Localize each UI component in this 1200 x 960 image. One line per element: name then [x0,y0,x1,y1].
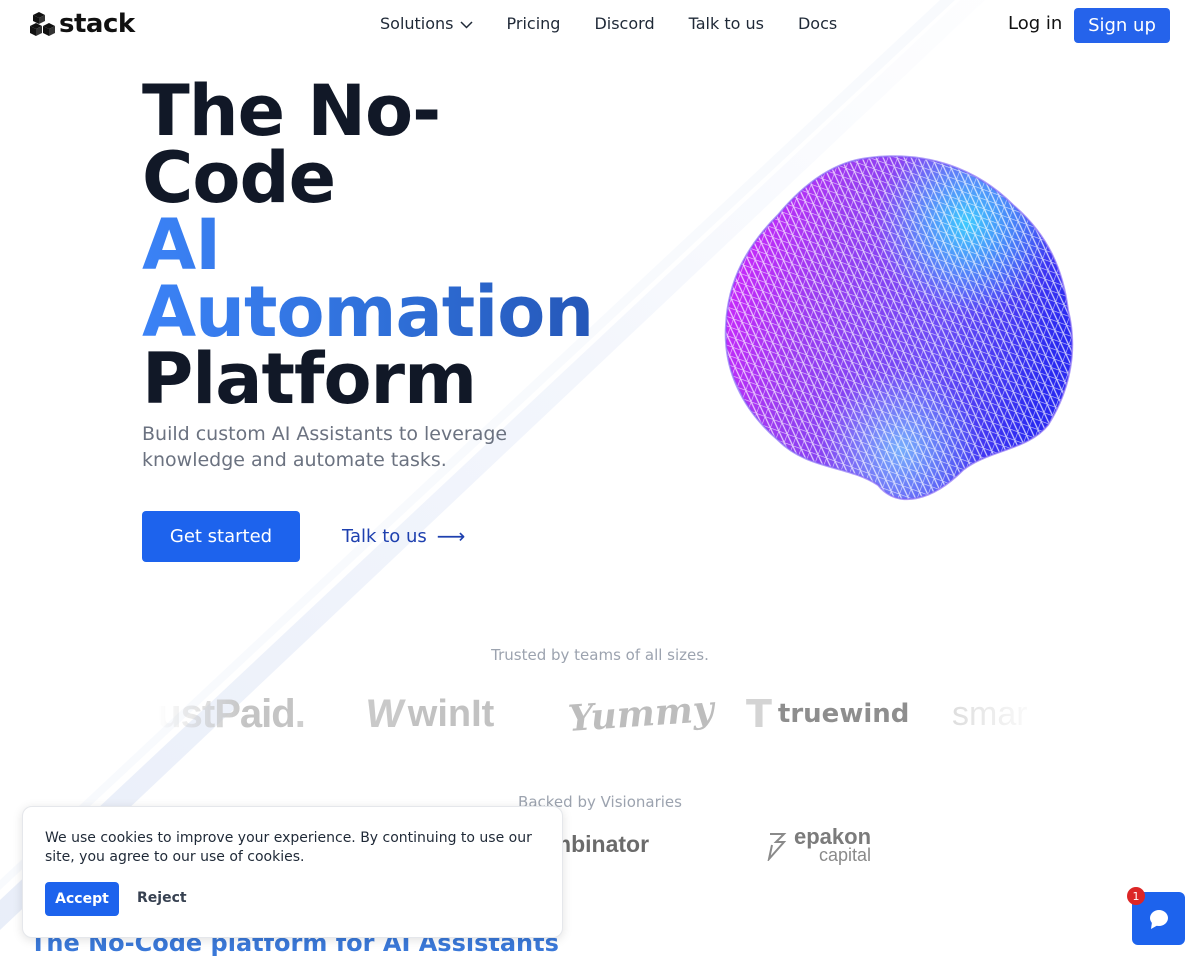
epakon-mark-icon [767,833,787,861]
logo-justpaid-dot: . [294,691,306,736]
hero-title-line-1: The No- [142,70,441,152]
login-link[interactable]: Log in [1008,13,1062,34]
nav-pricing[interactable]: Pricing [507,14,561,33]
logo-winit: W winIt [362,686,495,742]
cookie-accept-button[interactable]: Accept [45,882,119,916]
trusted-logos-carousel: JustPaid. W winIt Yummy T truewind smar [158,686,1043,742]
logo-truewind: T truewind [746,686,909,742]
logo-winit-text: winIt [407,692,495,735]
hero-title-line-3: AI [142,210,593,280]
chat-bubble-icon [1149,909,1168,929]
wireframe-sphere-graphic [724,155,1074,501]
epakon-subtitle: capital [819,845,872,865]
hero-title-line-5: Platform [142,338,477,420]
logo-smart: smar [952,694,1028,733]
hero-title: The No- Code AI Automation Platform [142,70,594,420]
logo-yummy: Yummy [566,687,716,741]
nav-docs[interactable]: Docs [798,14,837,33]
signup-button[interactable]: Sign up [1074,8,1170,43]
logo-justpaid: JustPaid. [158,686,306,742]
talk-to-us-link[interactable]: Talk to us ⟶ [342,524,465,548]
logo-truewind-text: truewind [777,699,910,729]
cookie-reject-button[interactable]: Reject [137,890,187,906]
nav-solutions[interactable]: Solutions [380,14,473,33]
hero-subtitle: Build custom AI Assistants to leverage k… [142,423,508,471]
stack-logo[interactable]: stack [30,10,135,38]
logo-text: stack [59,9,135,39]
chat-unread-badge: 1 [1127,887,1145,905]
get-started-button[interactable]: Get started [142,511,300,562]
winit-mark-icon: W [362,691,407,736]
trusted-label: Trusted by teams of all sizes. [491,646,709,664]
hero-title-line-4: Automation [142,271,594,353]
nav-discord[interactable]: Discord [594,14,654,33]
logo-justpaid-text: JustPaid [158,691,296,736]
logo-epakon-capital: epakon capital [766,824,872,865]
nav-solutions-label: Solutions [380,14,454,33]
site-header: stack Solutions Pricing Discord Talk to … [0,0,1200,50]
arrow-right-icon: ⟶ [436,524,466,548]
cookie-message: We use cookies to improve your experienc… [45,830,532,865]
main-nav: Solutions Pricing Discord Talk to us Doc… [380,14,871,33]
cookie-banner: We use cookies to improve your experienc… [22,806,563,938]
truewind-mark-icon: T [746,692,772,736]
hero-title-line-2: Code [142,137,336,219]
nav-talk-to-us[interactable]: Talk to us [689,14,764,33]
epakon-name: epakon [794,824,872,849]
chevron-down-icon [459,21,473,29]
talk-to-us-label: Talk to us [342,525,427,547]
stack-cubes-icon [30,12,55,36]
